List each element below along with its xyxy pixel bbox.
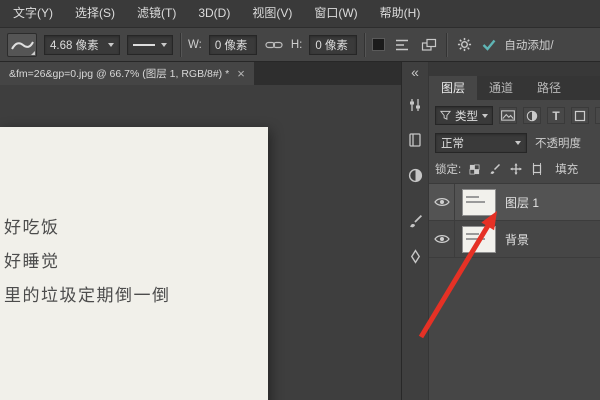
separator bbox=[446, 32, 448, 57]
stroke-type-combo[interactable] bbox=[127, 34, 173, 55]
separator bbox=[180, 32, 181, 57]
close-icon[interactable]: × bbox=[237, 67, 245, 80]
check-icon bbox=[482, 39, 496, 51]
image-text-line: 里的垃圾定期倒一倒 bbox=[4, 286, 171, 305]
menu-view[interactable]: 视图(V) bbox=[241, 0, 303, 27]
auto-add-label: 自动添加/ bbox=[504, 39, 554, 52]
image-text-line: 好睡觉 bbox=[4, 252, 60, 271]
image-text-block: 好吃饭 好睡觉 里的垃圾定期倒一倒 bbox=[0, 127, 268, 313]
layer-filter-row: 类型 T bbox=[429, 100, 600, 130]
document-image[interactable]: 好吃饭 好睡觉 里的垃圾定期倒一倒 bbox=[0, 127, 268, 400]
layer-name: 背景 bbox=[505, 232, 530, 247]
height-label: H: bbox=[290, 38, 303, 51]
tool-preset-picker[interactable] bbox=[7, 32, 37, 57]
path-arrange-button[interactable] bbox=[419, 35, 439, 55]
menu-window[interactable]: 窗口(W) bbox=[303, 0, 368, 27]
filter-toggle-icon[interactable] bbox=[595, 107, 600, 124]
solid-line-icon bbox=[133, 43, 155, 46]
adjustments-panel-icon[interactable] bbox=[405, 165, 425, 185]
properties-panel-icon[interactable] bbox=[405, 95, 425, 115]
chevron-down-icon bbox=[31, 50, 35, 55]
panel-icon-strip: « bbox=[402, 62, 429, 400]
layer-thumbnail[interactable] bbox=[462, 188, 496, 216]
layers-panel-body: 类型 T 正常 不透明度 锁定: 填充 图层 1 背景 bbox=[429, 100, 600, 400]
brushes-panel-icon[interactable] bbox=[405, 211, 425, 231]
filter-type-icon[interactable]: T bbox=[547, 107, 565, 124]
layer-thumbnail[interactable] bbox=[462, 225, 496, 253]
eye-icon bbox=[433, 198, 450, 206]
blend-mode-combo[interactable]: 正常 bbox=[435, 133, 527, 153]
canvas-area[interactable]: 好吃饭 好睡觉 里的垃圾定期倒一倒 bbox=[0, 85, 401, 400]
tab-channels[interactable]: 通道 bbox=[477, 76, 525, 100]
panel-top-gap bbox=[429, 62, 600, 76]
document-area: &fm=26&gp=0.jpg @ 66.7% (图层 1, RGB/8#) *… bbox=[0, 62, 402, 400]
document-tab-bar: &fm=26&gp=0.jpg @ 66.7% (图层 1, RGB/8#) *… bbox=[0, 62, 401, 85]
path-alignment-button[interactable] bbox=[392, 35, 412, 55]
width-label: W: bbox=[188, 38, 202, 51]
collapse-panels-button[interactable]: « bbox=[411, 65, 419, 80]
menu-type[interactable]: 文字(Y) bbox=[2, 0, 64, 27]
filter-image-icon[interactable] bbox=[499, 107, 517, 124]
visibility-toggle[interactable] bbox=[429, 184, 455, 220]
filter-shape-icon[interactable] bbox=[571, 107, 589, 124]
filter-label: 类型 bbox=[455, 110, 478, 123]
lock-position-icon[interactable] bbox=[508, 162, 524, 177]
width-input[interactable]: 0 像素 bbox=[208, 34, 257, 55]
chevron-down-icon bbox=[108, 42, 114, 47]
menu-filter[interactable]: 滤镜(T) bbox=[126, 0, 187, 27]
menu-bar: 文字(Y) 选择(S) 滤镜(T) 3D(D) 视图(V) 窗口(W) 帮助(H… bbox=[0, 0, 600, 28]
main-area: &fm=26&gp=0.jpg @ 66.7% (图层 1, RGB/8#) *… bbox=[0, 62, 600, 400]
document-tab[interactable]: &fm=26&gp=0.jpg @ 66.7% (图层 1, RGB/8#) *… bbox=[0, 62, 254, 85]
options-bar: 4.68 像素 W: 0 像素 H: 0 像素 自动添加/ bbox=[0, 28, 600, 62]
document-title: &fm=26&gp=0.jpg @ 66.7% (图层 1, RGB/8#) * bbox=[9, 68, 230, 80]
blend-mode-row: 正常 不透明度 bbox=[429, 130, 600, 157]
photoshop-window: 文字(Y) 选择(S) 滤镜(T) 3D(D) 视图(V) 窗口(W) 帮助(H… bbox=[0, 0, 600, 400]
libraries-panel-icon[interactable] bbox=[405, 130, 425, 150]
fill-label: 填充 bbox=[555, 164, 579, 176]
filter-adjustment-icon[interactable] bbox=[523, 107, 541, 124]
layers-panel: 图层 通道 路径 类型 T 正常 不透明度 锁定: 填充 图层 1 背景 bbox=[429, 62, 600, 400]
align-icon bbox=[396, 39, 409, 50]
menu-select[interactable]: 选择(S) bbox=[64, 0, 126, 27]
stroke-width-combo[interactable]: 4.68 像素 bbox=[44, 34, 120, 55]
layer-row-background[interactable]: 背景 bbox=[429, 221, 600, 258]
arrange-layers-icon bbox=[422, 38, 437, 51]
link-dimensions-icon[interactable] bbox=[264, 35, 284, 55]
lock-pixels-icon[interactable] bbox=[487, 162, 503, 177]
width-value: 0 像素 bbox=[214, 39, 248, 52]
layers-list: 图层 1 背景 bbox=[429, 184, 600, 400]
lock-artboard-icon[interactable] bbox=[529, 162, 545, 177]
chevron-down-icon bbox=[482, 113, 488, 118]
visibility-toggle[interactable] bbox=[429, 221, 455, 257]
tab-layers[interactable]: 图层 bbox=[429, 76, 478, 100]
path-operations-button[interactable] bbox=[372, 38, 386, 51]
funnel-icon bbox=[440, 110, 451, 120]
image-text-line: 好吃饭 bbox=[4, 218, 60, 237]
height-input[interactable]: 0 像素 bbox=[309, 34, 358, 55]
panel-tab-bar: 图层 通道 路径 bbox=[429, 76, 600, 100]
lock-transparency-icon[interactable] bbox=[466, 162, 482, 177]
layer-filter-combo[interactable]: 类型 bbox=[435, 106, 493, 125]
separator bbox=[364, 32, 366, 57]
gear-icon[interactable] bbox=[454, 35, 474, 55]
opacity-label: 不透明度 bbox=[535, 138, 581, 150]
paths-panel-icon[interactable] bbox=[405, 246, 425, 266]
stroke-width-value: 4.68 像素 bbox=[50, 39, 99, 52]
lock-label: 锁定: bbox=[435, 164, 462, 176]
height-value: 0 像素 bbox=[315, 39, 348, 52]
lock-row: 锁定: 填充 bbox=[429, 157, 600, 184]
blend-mode-value: 正常 bbox=[441, 138, 464, 150]
tab-paths[interactable]: 路径 bbox=[525, 76, 573, 100]
chevron-down-icon bbox=[515, 141, 521, 145]
eye-icon bbox=[433, 235, 450, 243]
auto-add-checkbox[interactable] bbox=[481, 37, 497, 53]
menu-help[interactable]: 帮助(H) bbox=[369, 0, 432, 27]
menu-3d[interactable]: 3D(D) bbox=[187, 0, 241, 27]
layer-row-layer1[interactable]: 图层 1 bbox=[429, 184, 600, 221]
layer-name: 图层 1 bbox=[505, 195, 540, 210]
chevron-down-icon bbox=[161, 42, 167, 47]
